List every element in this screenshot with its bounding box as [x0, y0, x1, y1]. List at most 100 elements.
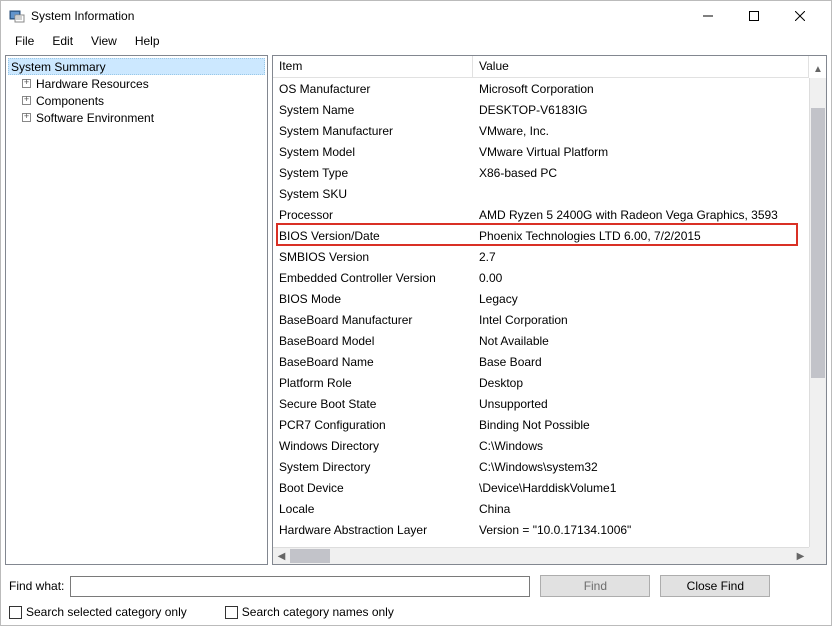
cell-item: System Type — [273, 164, 473, 182]
cell-value: Desktop — [473, 374, 809, 392]
list-row[interactable]: BaseBoard ManufacturerIntel Corporation — [273, 309, 809, 330]
menubar: File Edit View Help — [1, 31, 831, 51]
column-header-value[interactable]: Value — [473, 56, 809, 77]
list-row[interactable]: SMBIOS Version2.7 — [273, 246, 809, 267]
list-row[interactable]: BaseBoard ModelNot Available — [273, 330, 809, 351]
list-body: OS ManufacturerMicrosoft CorporationSyst… — [273, 78, 826, 540]
menu-file[interactable]: File — [7, 32, 42, 50]
find-input[interactable] — [70, 576, 530, 597]
find-bar: Find what: Find Close Find Search select… — [1, 569, 831, 625]
window-controls — [685, 1, 823, 31]
checkbox-selected-category[interactable]: Search selected category only — [9, 605, 187, 619]
checkbox-category-names[interactable]: Search category names only — [225, 605, 394, 619]
list-row[interactable]: System NameDESKTOP-V6183IG — [273, 99, 809, 120]
details-panel: Item Value OS ManufacturerMicrosoft Corp… — [272, 55, 827, 565]
list-row[interactable]: Windows DirectoryC:\Windows — [273, 435, 809, 456]
list-row[interactable]: Secure Boot StateUnsupported — [273, 393, 809, 414]
content-area: System Summary Hardware Resources Compon… — [1, 51, 831, 569]
cell-item: BIOS Mode — [273, 290, 473, 308]
cell-value: AMD Ryzen 5 2400G with Radeon Vega Graph… — [473, 206, 809, 224]
list-row[interactable]: ProcessorAMD Ryzen 5 2400G with Radeon V… — [273, 204, 809, 225]
expand-icon[interactable] — [22, 113, 31, 122]
cell-item: BaseBoard Name — [273, 353, 473, 371]
list-row[interactable]: System ModelVMware Virtual Platform — [273, 141, 809, 162]
list-row[interactable]: BaseBoard NameBase Board — [273, 351, 809, 372]
find-button[interactable]: Find — [540, 575, 650, 597]
menu-view[interactable]: View — [83, 32, 125, 50]
cell-value: VMware, Inc. — [473, 122, 809, 140]
tree-item-label: Software Environment — [36, 111, 154, 125]
tree-item-label: System Summary — [11, 60, 106, 74]
list-row[interactable]: System TypeX86-based PC — [273, 162, 809, 183]
list-row[interactable]: Embedded Controller Version0.00 — [273, 267, 809, 288]
list-row[interactable]: Hardware Abstraction LayerVersion = "10.… — [273, 519, 809, 540]
minimize-button[interactable] — [685, 1, 731, 31]
menu-help[interactable]: Help — [127, 32, 168, 50]
scroll-right-arrow[interactable]: ▶ — [792, 548, 809, 565]
list-row[interactable]: LocaleChina — [273, 498, 809, 519]
system-information-window: System Information File Edit View Help S… — [0, 0, 832, 626]
find-label: Find what: — [9, 579, 64, 593]
list-row[interactable]: System SKU — [273, 183, 809, 204]
list-row[interactable]: PCR7 ConfigurationBinding Not Possible — [273, 414, 809, 435]
category-tree[interactable]: System Summary Hardware Resources Compon… — [5, 55, 268, 565]
cell-value: Not Available — [473, 332, 809, 350]
cell-item: Platform Role — [273, 374, 473, 392]
list-row[interactable]: BIOS ModeLegacy — [273, 288, 809, 309]
list-row[interactable]: OS ManufacturerMicrosoft Corporation — [273, 78, 809, 99]
cell-item: BaseBoard Model — [273, 332, 473, 350]
cell-value: C:\Windows\system32 — [473, 458, 809, 476]
tree-item-label: Hardware Resources — [36, 77, 149, 91]
horizontal-scrollbar[interactable]: ◀ ▶ — [273, 547, 809, 564]
close-find-button[interactable]: Close Find — [660, 575, 770, 597]
cell-item: Hardware Abstraction Layer — [273, 521, 473, 539]
cell-value: Base Board — [473, 353, 809, 371]
window-title: System Information — [31, 9, 685, 23]
maximize-button[interactable] — [731, 1, 777, 31]
list-row[interactable]: Platform RoleDesktop — [273, 372, 809, 393]
tree-item-software-environment[interactable]: Software Environment — [8, 109, 265, 126]
cell-item: SMBIOS Version — [273, 248, 473, 266]
cell-value: Microsoft Corporation — [473, 80, 809, 98]
cell-value: China — [473, 500, 809, 518]
list-row[interactable]: System DirectoryC:\Windows\system32 — [273, 456, 809, 477]
vertical-scrollbar[interactable]: ▲ ▼ — [809, 78, 826, 547]
cell-item: System Name — [273, 101, 473, 119]
expand-icon[interactable] — [22, 96, 31, 105]
scroll-up-arrow[interactable]: ▲ — [810, 61, 826, 78]
cell-item: PCR7 Configuration — [273, 416, 473, 434]
cell-value: C:\Windows — [473, 437, 809, 455]
hscroll-track[interactable] — [290, 548, 792, 564]
column-header-item[interactable]: Item — [273, 56, 473, 77]
expand-icon[interactable] — [22, 79, 31, 88]
cell-item: Boot Device — [273, 479, 473, 497]
cell-item: System SKU — [273, 185, 473, 203]
cell-value: Intel Corporation — [473, 311, 809, 329]
cell-item: Windows Directory — [273, 437, 473, 455]
cell-value: Unsupported — [473, 395, 809, 413]
cell-item: System Manufacturer — [273, 122, 473, 140]
scroll-corner — [809, 547, 826, 564]
cell-value — [473, 192, 809, 196]
close-button[interactable] — [777, 1, 823, 31]
list-row[interactable]: Boot Device\Device\HarddiskVolume1 — [273, 477, 809, 498]
menu-edit[interactable]: Edit — [44, 32, 81, 50]
cell-item: BaseBoard Manufacturer — [273, 311, 473, 329]
scroll-left-arrow[interactable]: ◀ — [273, 548, 290, 565]
vertical-scrollbar-thumb[interactable] — [811, 108, 825, 378]
tree-item-components[interactable]: Components — [8, 92, 265, 109]
checkbox-icon — [225, 606, 238, 619]
app-icon — [9, 8, 25, 24]
horizontal-scrollbar-thumb[interactable] — [290, 549, 330, 563]
list-row[interactable]: System ManufacturerVMware, Inc. — [273, 120, 809, 141]
cell-item: System Model — [273, 143, 473, 161]
list-row[interactable]: BIOS Version/DatePhoenix Technologies LT… — [273, 225, 809, 246]
details-list[interactable]: Item Value OS ManufacturerMicrosoft Corp… — [273, 56, 826, 564]
cell-value: Legacy — [473, 290, 809, 308]
list-header: Item Value — [273, 56, 809, 78]
tree-item-label: Components — [36, 94, 104, 108]
tree-item-hardware-resources[interactable]: Hardware Resources — [8, 75, 265, 92]
cell-item: Embedded Controller Version — [273, 269, 473, 287]
cell-value: VMware Virtual Platform — [473, 143, 809, 161]
tree-item-system-summary[interactable]: System Summary — [8, 58, 265, 75]
